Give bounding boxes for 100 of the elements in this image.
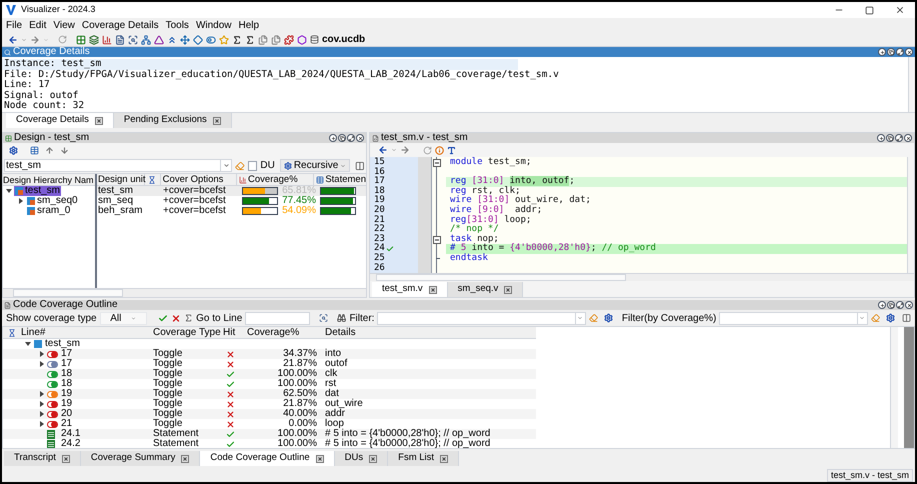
table-row[interactable]: sm_seq +cover=bcefst 77.45% xyxy=(97,196,366,206)
du-checkbox[interactable] xyxy=(248,160,258,170)
filter-field[interactable] xyxy=(377,312,576,324)
font-icon[interactable] xyxy=(447,146,456,154)
tab[interactable]: Coverage Details xyxy=(6,113,114,128)
close-button[interactable] xyxy=(356,134,364,142)
close-icon[interactable] xyxy=(62,454,70,462)
maximize-icon[interactable] xyxy=(865,6,874,14)
diamond-icon[interactable] xyxy=(193,34,203,44)
tab[interactable]: Code Coverage Outline xyxy=(200,451,335,466)
expanded-arrow-icon[interactable] xyxy=(25,341,31,347)
scan-icon[interactable] xyxy=(128,34,138,44)
document-icon[interactable] xyxy=(115,34,125,44)
up-arrow-icon[interactable] xyxy=(45,146,54,155)
close-icon[interactable] xyxy=(316,454,324,462)
float-button[interactable] xyxy=(887,48,895,56)
table-row[interactable]: 24.2 Statement 100.00% # 5 into = {4'b0000,28'h0}; // op_word xyxy=(3,439,536,448)
hourglass-icon[interactable] xyxy=(8,328,16,336)
settings-icon[interactable] xyxy=(886,313,895,323)
back-arrow-icon[interactable] xyxy=(8,34,18,44)
eraser-icon[interactable] xyxy=(588,313,598,323)
search-icon[interactable] xyxy=(319,313,328,323)
table-icon[interactable] xyxy=(30,146,39,155)
binoculars-icon[interactable] xyxy=(337,313,346,323)
collapsed-arrow-icon[interactable] xyxy=(39,411,45,417)
table-row[interactable]: 20 Toggle 40.00% addr xyxy=(3,409,536,419)
hourglass-icon[interactable] xyxy=(148,176,156,184)
eraser-icon[interactable] xyxy=(234,160,245,170)
menu-item[interactable]: File xyxy=(6,18,22,33)
scope-dropdown[interactable]: Recursive xyxy=(280,159,350,172)
refresh-icon[interactable] xyxy=(423,146,432,154)
column-header[interactable]: Coverage% xyxy=(237,174,314,185)
back-arrow-icon[interactable] xyxy=(378,145,388,155)
column-header[interactable]: Hit xyxy=(223,327,247,338)
column-header[interactable]: Coverage% xyxy=(247,327,325,338)
forward-arrow-icon[interactable] xyxy=(400,145,410,155)
tab[interactable]: Pending Exclusions xyxy=(114,113,232,128)
column-header[interactable]: Design unit xyxy=(97,174,145,185)
cross-icon[interactable] xyxy=(171,312,182,324)
close-button[interactable] xyxy=(904,134,912,142)
scrollbar[interactable] xyxy=(370,273,914,281)
collapsed-arrow-icon[interactable] xyxy=(39,391,45,397)
dock-button[interactable] xyxy=(878,301,886,309)
table-row[interactable]: 19 Toggle 62.50% dat xyxy=(3,389,536,399)
maximize-button[interactable] xyxy=(896,48,904,56)
tab[interactable]: test_sm.v xyxy=(372,282,448,297)
close-icon[interactable] xyxy=(369,454,378,462)
collapsed-arrow-icon[interactable] xyxy=(18,198,24,204)
scrollbar[interactable] xyxy=(908,57,915,112)
table-row[interactable]: 21 Toggle 0.00% loop xyxy=(3,419,536,429)
table-row[interactable]: 18 Toggle 100.00% rst xyxy=(3,379,536,389)
column-header[interactable]: Design Hierarchy Nam xyxy=(3,174,94,186)
tree-item[interactable]: test_sm xyxy=(34,339,80,349)
menu-item[interactable]: View xyxy=(53,18,75,33)
scrollbar[interactable] xyxy=(907,157,914,273)
down-arrow-icon[interactable] xyxy=(60,146,69,155)
tab[interactable]: DUs xyxy=(334,451,388,466)
close-button[interactable] xyxy=(905,301,913,309)
coverage-type-select[interactable]: All xyxy=(100,312,148,324)
float-button[interactable] xyxy=(886,134,894,142)
menu-item[interactable]: Tools xyxy=(166,18,189,33)
triangle-icon[interactable] xyxy=(154,34,164,44)
dock-button[interactable] xyxy=(878,48,886,56)
settings-icon[interactable] xyxy=(604,313,613,323)
scrollbar[interactable] xyxy=(904,327,914,448)
table-row[interactable]: 24.1 Statement 100.00% # 5 into = {4'b0000,28'h0}; // op_word xyxy=(3,429,536,439)
columns-icon[interactable] xyxy=(355,160,365,170)
toggle-icon[interactable] xyxy=(206,34,216,44)
fold-icon[interactable] xyxy=(432,158,440,167)
menu-item[interactable]: Help xyxy=(238,18,260,33)
table-row[interactable]: 17 Toggle 21.87% outof xyxy=(3,359,536,369)
table-row[interactable]: beh_sram +cover=bcefst 54.09% xyxy=(97,206,366,216)
table-row[interactable]: 17 Toggle 34.37% into xyxy=(3,349,536,359)
settings-icon[interactable] xyxy=(9,146,18,155)
forward-arrow-icon[interactable] xyxy=(30,34,40,44)
close-icon[interactable] xyxy=(428,286,437,294)
puzzle-icon[interactable] xyxy=(284,34,294,44)
maximize-button[interactable] xyxy=(896,301,904,309)
float-button[interactable] xyxy=(338,134,346,142)
scrollbar[interactable] xyxy=(3,288,366,297)
table-row[interactable]: 19 Toggle 21.87% out_wire xyxy=(3,399,536,409)
hexagon-icon[interactable] xyxy=(297,34,307,44)
collapsed-arrow-icon[interactable] xyxy=(39,421,45,427)
dock-button[interactable] xyxy=(877,134,885,142)
move-icon[interactable] xyxy=(180,34,190,44)
close-icon[interactable] xyxy=(181,454,190,462)
grid-icon[interactable] xyxy=(76,34,86,44)
scrollbar[interactable] xyxy=(890,327,898,448)
tab[interactable]: sm_seq.v xyxy=(448,282,524,297)
close-icon[interactable] xyxy=(440,454,448,462)
menu-item[interactable]: Coverage Details xyxy=(82,18,159,33)
go-to-line-field[interactable] xyxy=(245,312,310,324)
star-icon[interactable] xyxy=(219,34,229,44)
maximize-button[interactable] xyxy=(347,134,355,142)
sigma-icon[interactable] xyxy=(184,313,194,323)
column-header[interactable]: Coverage Type xyxy=(153,327,223,338)
layers-icon[interactable] xyxy=(89,34,99,44)
tree-item[interactable]: sram_0 xyxy=(18,206,72,216)
expanded-arrow-icon[interactable] xyxy=(6,188,12,194)
tab[interactable]: Coverage Summary xyxy=(80,451,200,466)
